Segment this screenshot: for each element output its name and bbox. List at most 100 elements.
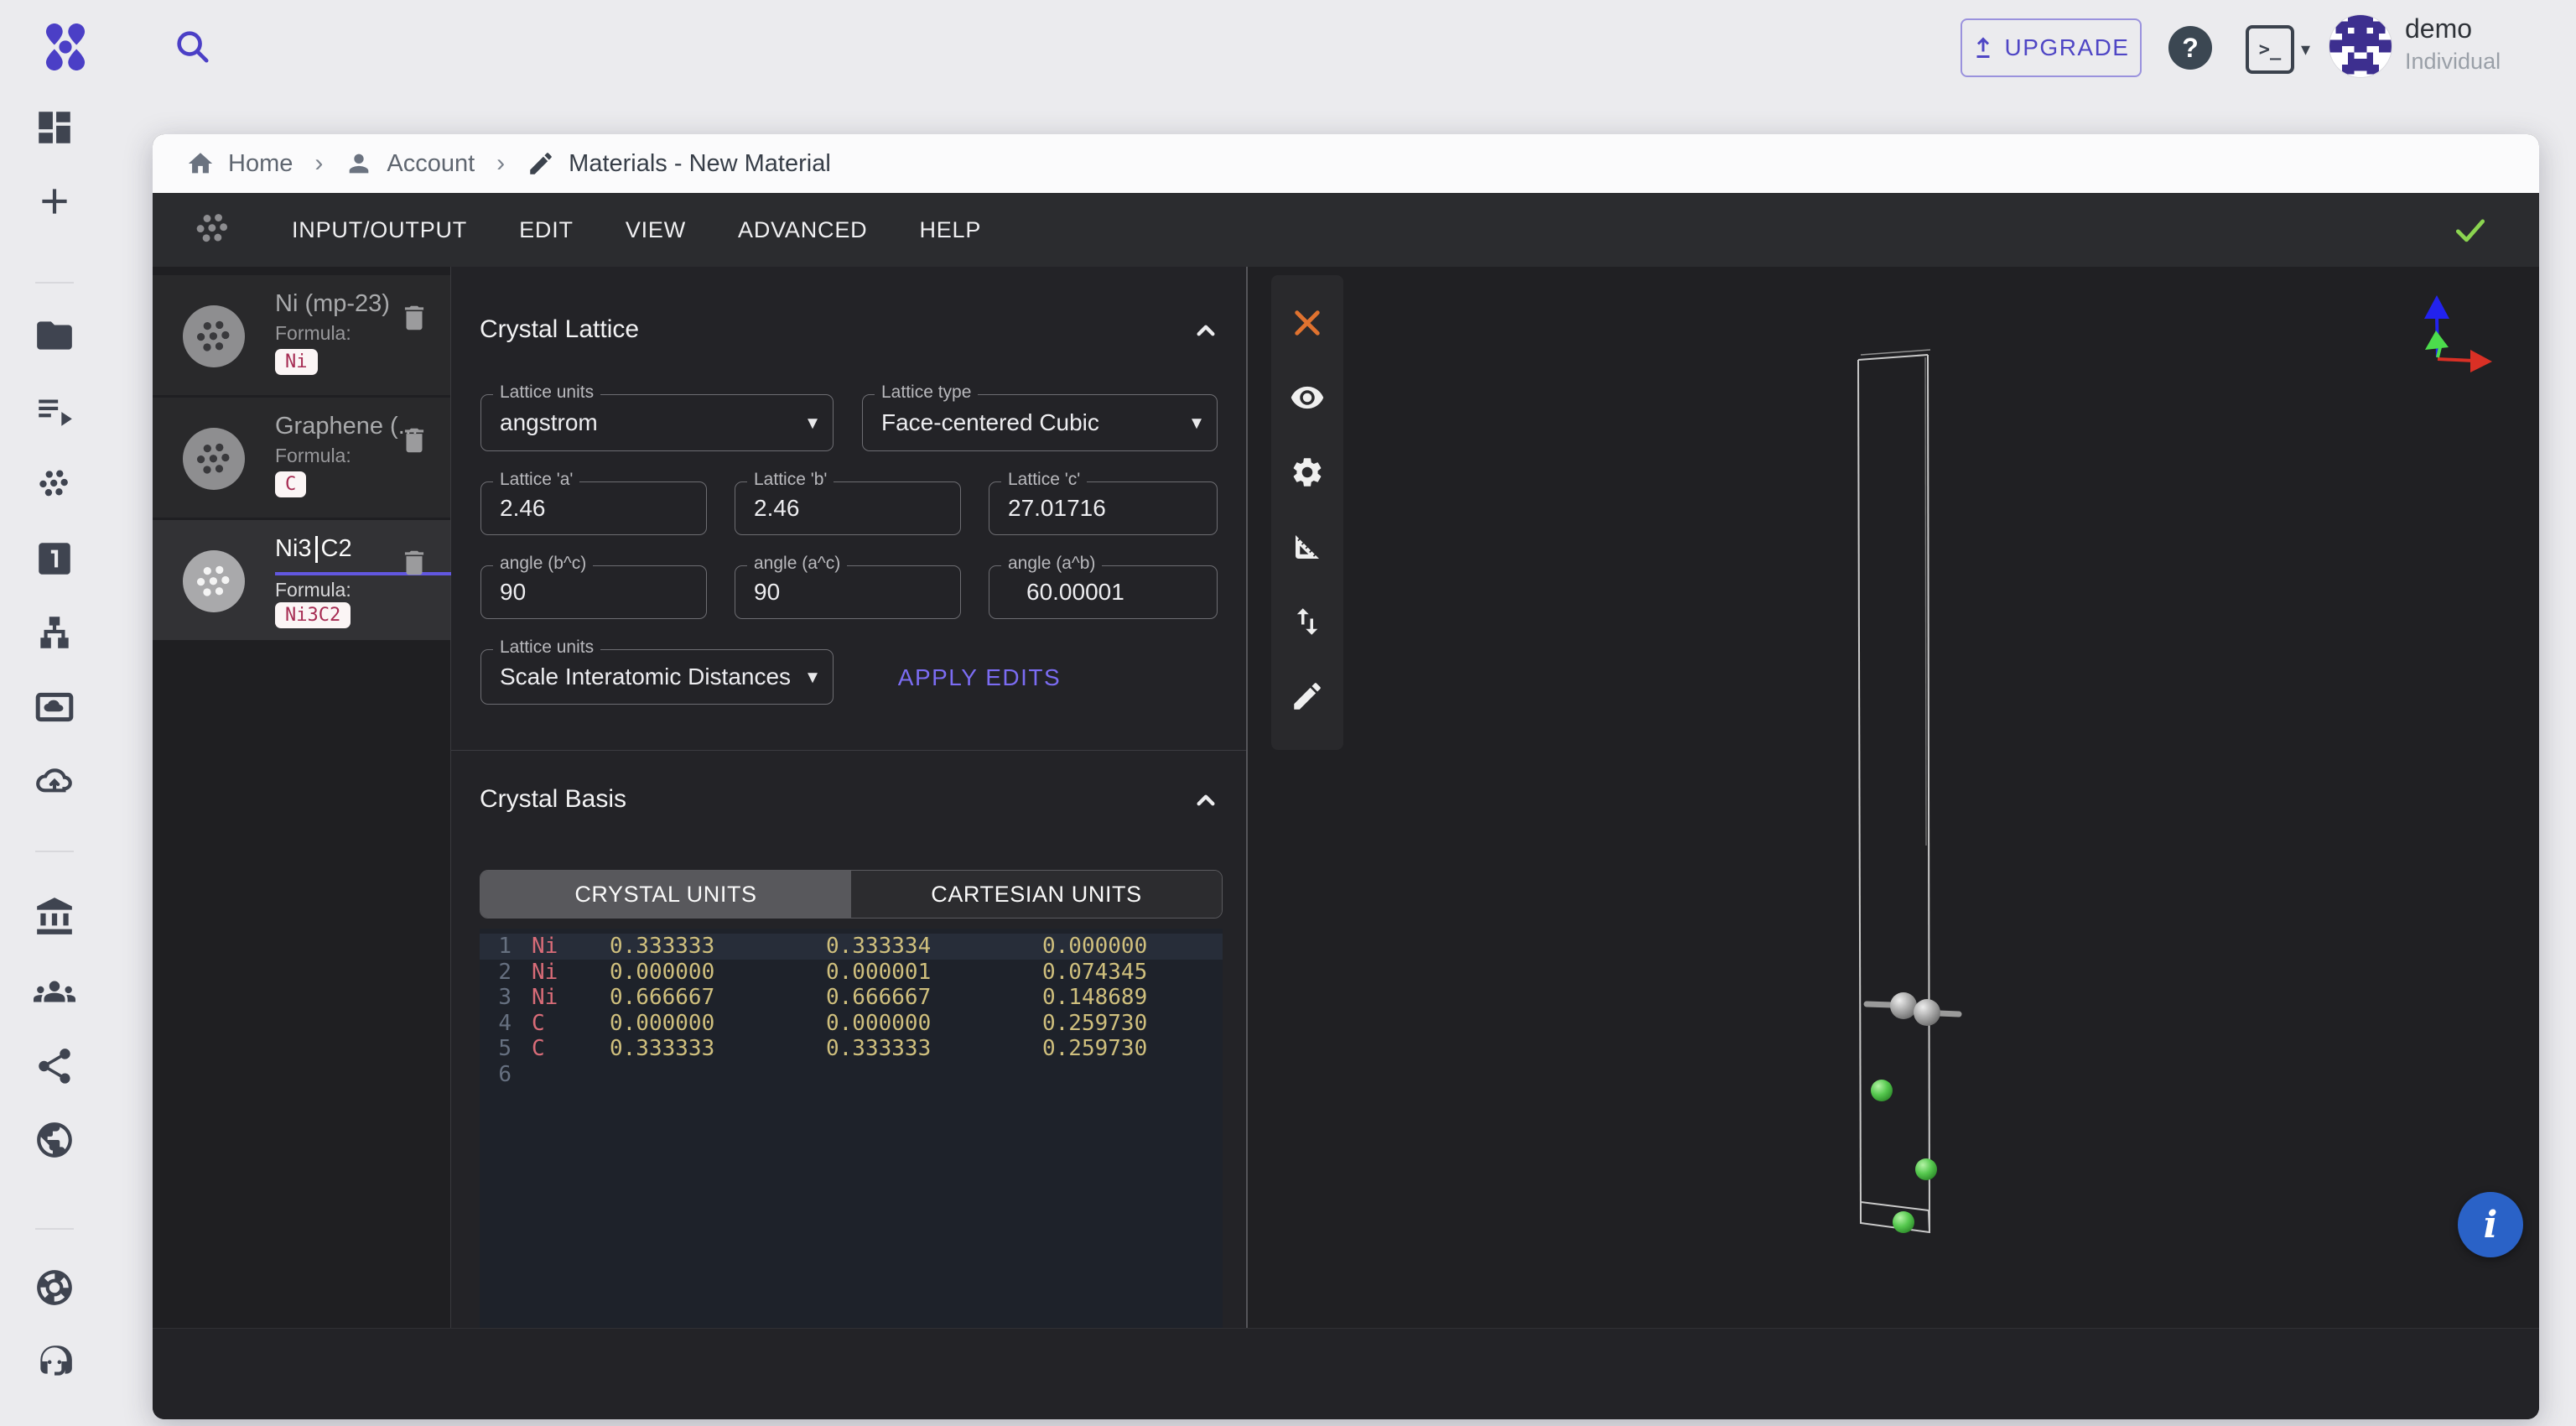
materials-list: Ni (mp-23) Formula: Ni Graphene (... For… [153, 267, 451, 1328]
sidebar-item-share-icon[interactable] [34, 1045, 75, 1087]
search-icon[interactable] [173, 27, 211, 65]
structure-viewer[interactable]: i [1246, 267, 2539, 1328]
visibility-eye-icon[interactable] [1290, 380, 1325, 415]
atom-c-green[interactable] [1871, 1080, 1893, 1101]
material-formula-chip: Ni [275, 349, 318, 375]
info-button[interactable]: i [2458, 1192, 2523, 1257]
upgrade-button[interactable]: UPGRADE [1961, 18, 2142, 77]
breadcrumb-separator: › [314, 149, 323, 178]
basis-row[interactable]: 2Ni0.0000000.0000010.074345 [480, 960, 1223, 986]
sidebar-item-globe-icon[interactable] [34, 1119, 75, 1161]
sidebar-item-jobs-icon[interactable] [34, 389, 75, 431]
sidebar-item-dashboard-icon[interactable] [34, 107, 75, 148]
collapse-lattice-icon[interactable] [1189, 314, 1223, 347]
chevron-down-icon: ▾ [808, 665, 818, 690]
close-viewer-icon[interactable] [1290, 305, 1325, 341]
material-item-graphene[interactable]: Graphene (... Formula: C [153, 398, 450, 518]
brand-logo-icon[interactable] [42, 23, 89, 70]
sidebar-item-cloud-upload-icon[interactable] [34, 762, 75, 804]
menu-advanced[interactable]: ADVANCED [738, 217, 867, 243]
atom-ni-gray[interactable] [1914, 999, 1940, 1026]
scale-units-label: Lattice units [493, 638, 600, 658]
material-formula-label: Formula: [275, 322, 351, 345]
lattice-units-value: angstrom [500, 409, 598, 436]
menu-help[interactable]: HELP [919, 217, 981, 243]
apply-edits-button[interactable]: APPLY EDITS [820, 664, 1139, 691]
delete-material-icon[interactable] [398, 547, 430, 579]
chevron-down-icon: ▾ [1192, 411, 1202, 435]
unit-cell-edges [1858, 350, 1930, 1232]
lattice-c-field[interactable]: Lattice 'c' 27.01716 [989, 481, 1218, 535]
sidebar-divider [35, 282, 74, 284]
delete-material-icon[interactable] [398, 424, 430, 456]
basis-row[interactable]: 6 [480, 1062, 1223, 1088]
person-icon [345, 149, 373, 178]
breadcrumb: Home › Account › Materials - New Materia… [153, 134, 2539, 193]
sidebar-item-projects-icon[interactable] [34, 315, 75, 356]
material-title: Graphene (... [275, 413, 418, 440]
menu-edit[interactable]: EDIT [519, 217, 574, 243]
menu-view[interactable]: VIEW [626, 217, 686, 243]
sidebar-item-hierarchy-icon[interactable] [34, 612, 75, 653]
atom-c-green[interactable] [1915, 1158, 1937, 1180]
material-name-text: C2 [321, 535, 352, 563]
angle-ab-field[interactable]: angle (a^b) 60.00001 [989, 565, 1218, 619]
lattice-units-label: Lattice units [493, 383, 600, 403]
sidebar-item-bank-icon[interactable] [34, 896, 75, 938]
lattice-units-select[interactable]: Lattice units angstrom ▾ [480, 394, 834, 451]
material-formula-chip: Ni3C2 [275, 602, 351, 628]
lattice-type-select[interactable]: Lattice type Face-centered Cubic ▾ [862, 394, 1218, 451]
material-formula-chip: C [275, 471, 306, 497]
atom-c-green[interactable] [1893, 1211, 1914, 1233]
material-item-ni3c2-selected[interactable]: Ni3C2 Formula: Ni3C2 [153, 520, 450, 640]
help-button[interactable]: ? [2168, 26, 2212, 70]
user-avatar[interactable] [2329, 15, 2392, 77]
collapse-basis-icon[interactable] [1189, 783, 1223, 817]
sidebar-item-headset-icon[interactable] [34, 1340, 75, 1382]
angle-ac-label: angle (a^c) [747, 554, 847, 574]
basis-row[interactable]: 5C0.3333330.3333330.259730 [480, 1036, 1223, 1062]
breadcrumb-home[interactable]: Home [186, 149, 293, 178]
chevron-down-icon: ▾ [808, 411, 818, 435]
tab-crystal-units[interactable]: CRYSTAL UNITS [480, 871, 851, 918]
scale-units-value: Scale Interatomic Distances [500, 664, 791, 690]
material-name-input[interactable]: Ni3C2 [275, 535, 352, 563]
sidebar-item-materials-icon[interactable] [34, 464, 75, 506]
basis-row[interactable]: 4C0.0000000.0000000.259730 [480, 1011, 1223, 1037]
console-menu-button[interactable]: >_ ▾ [2246, 25, 2310, 74]
sidebar-item-support-wheel-icon[interactable] [34, 1267, 75, 1309]
angle-ac-field[interactable]: angle (a^c) 90 [735, 565, 961, 619]
material-item-ni[interactable]: Ni (mp-23) Formula: Ni [153, 275, 450, 395]
sidebar-item-people-icon[interactable] [34, 971, 75, 1012]
section-divider [451, 750, 1246, 751]
save-check-icon[interactable] [2452, 211, 2489, 248]
edit-pencil-icon[interactable] [1290, 679, 1325, 714]
basis-row[interactable]: 1Ni0.3333330.3333340.000000 [480, 934, 1223, 960]
material-thumbnail [183, 550, 245, 612]
menu-input-output[interactable]: INPUT/OUTPUT [292, 217, 467, 243]
basis-row[interactable]: 3Ni0.6666670.6666670.148689 [480, 985, 1223, 1011]
material-thumbnail [183, 305, 245, 367]
scale-units-select[interactable]: Lattice units Scale Interatomic Distance… [480, 649, 834, 705]
settings-gear-icon[interactable] [1290, 455, 1325, 490]
sidebar-item-media-icon[interactable] [34, 686, 75, 728]
sidebar-item-workflows-icon[interactable] [34, 538, 75, 580]
user-plan: Individual [2405, 49, 2501, 75]
basis-code-editor[interactable]: 1Ni0.3333330.3333340.000000 2Ni0.0000000… [480, 929, 1223, 1328]
angle-bc-value: 90 [500, 579, 526, 606]
tab-cartesian-units[interactable]: CARTESIAN UNITS [851, 871, 1222, 918]
swap-axes-icon[interactable] [1290, 604, 1325, 639]
lattice-b-field[interactable]: Lattice 'b' 2.46 [735, 481, 961, 535]
angle-bc-field[interactable]: angle (b^c) 90 [480, 565, 707, 619]
measure-ruler-icon[interactable] [1290, 529, 1325, 565]
breadcrumb-account[interactable]: Account [345, 149, 475, 178]
sidebar-item-add-icon[interactable] [34, 180, 75, 222]
sidebar-divider [35, 851, 74, 852]
atom-ni-gray[interactable] [1890, 992, 1917, 1019]
material-title: Ni (mp-23) [275, 290, 390, 318]
chevron-down-icon: ▾ [2301, 39, 2310, 60]
main-window: Home › Account › Materials - New Materia… [153, 134, 2539, 1419]
molecule-icon [190, 206, 236, 253]
delete-material-icon[interactable] [398, 302, 430, 334]
lattice-a-field[interactable]: Lattice 'a' 2.46 [480, 481, 707, 535]
